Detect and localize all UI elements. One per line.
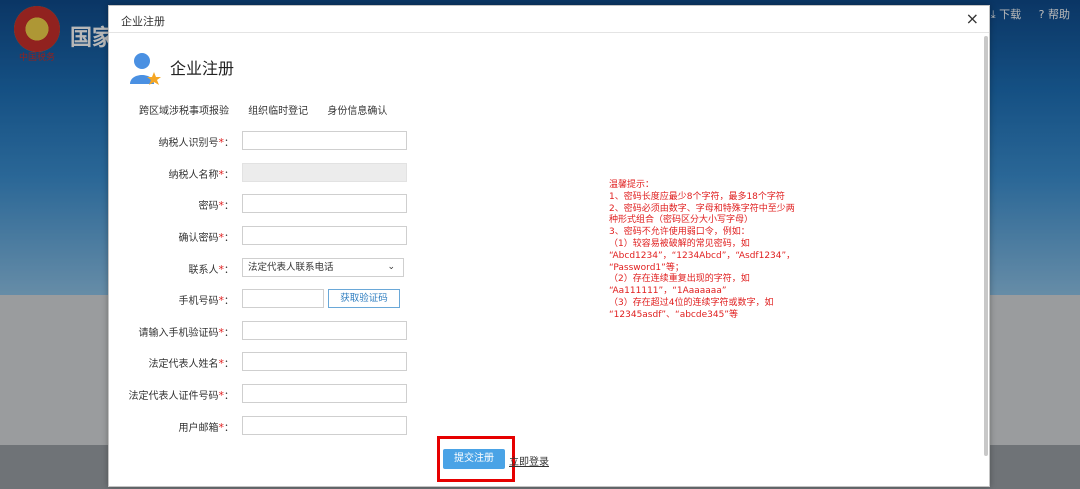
label-colon: ： [224,138,234,149]
taxpayer-name-row: 纳税人名称*： [109,163,409,182]
phone-row: 手机号码*： 获取验证码 [109,289,409,308]
label-colon: ： [224,265,234,276]
scrollbar[interactable] [984,36,988,456]
tip-line: “12345asdf”、“abcde345”等 [609,309,738,320]
label-colon: ： [224,201,234,212]
contact-label: 联系人 [188,265,219,276]
tab-identity-confirm[interactable]: 身份信息确认 [327,106,387,117]
taxpayer-id-label: 纳税人识别号 [158,138,219,149]
login-now-link[interactable]: 立即登录 [509,453,549,468]
password-tips: 温馨提示： 1、密码长度应最少8个字符，最多18个字符 2、密码必须由数字、字母… [609,180,819,322]
tip-line: （3）存在超过4位的连续字符或数字，如 [609,297,774,308]
tip-line: 种形式组合（密码区分大小写字母） [609,215,754,226]
sms-code-row: 请输入手机验证码*： [109,321,409,340]
tip-line: （1）较容易被破解的常见密码，如 [609,238,750,249]
legal-rep-id-row: 法定代表人证件号码*： [109,384,409,403]
chevron-down-icon: ⌄ [387,262,395,272]
password-label: 密码 [198,201,219,212]
registration-tabs: 跨区域涉税事项报验 组织临时登记 身份信息确认 [139,102,403,117]
contact-select[interactable]: 法定代表人联系电话 ⌄ [242,258,404,277]
taxpayer-id-row: 纳税人识别号*： [109,131,409,150]
tip-line: （2）存在连续重复出现的字符，如 [609,274,750,285]
taxpayer-name-input [242,163,407,182]
sms-code-input[interactable] [242,321,407,340]
confirm-password-row: 确认密码*： [109,226,409,245]
email-input[interactable] [242,416,407,435]
phone-input[interactable] [242,289,324,308]
tip-line: “Abcd1234”，“1234Abcd”，“Asdf1234”， [609,250,796,261]
legal-rep-id-label: 法定代表人证件号码 [128,391,219,402]
tip-line: “Password1”等； [609,262,684,273]
label-colon: ： [224,170,234,181]
password-row: 密码*： [109,194,409,213]
label-colon: ： [224,233,234,244]
confirm-password-label: 确认密码 [178,233,219,244]
close-icon[interactable]: × [966,9,979,28]
tab-temp-registration[interactable]: 组织临时登记 [248,106,308,117]
legal-rep-name-row: 法定代表人姓名*： [109,352,409,371]
label-colon: ： [224,391,234,402]
register-modal: 企业注册 × 企业注册 跨区域涉税事项报验 组织临时登记 身份信息确认 纳税人识… [108,5,990,487]
tip-line: 1、密码长度应最少8个字符，最多18个字符 [609,191,785,202]
highlight-frame [437,436,515,482]
email-row: 用户邮箱*： [109,416,409,435]
sms-code-label: 请输入手机验证码 [138,328,219,339]
label-colon: ： [224,423,234,434]
email-label: 用户邮箱 [178,423,219,434]
tip-line: 3、密码不允许使用弱口令，例如： [609,227,750,238]
label-colon: ： [224,328,234,339]
phone-label: 手机号码 [178,296,219,307]
taxpayer-name-label: 纳税人名称 [168,170,219,181]
modal-titlebar [109,6,989,33]
legal-rep-name-label: 法定代表人姓名 [148,359,219,370]
tip-line: 2、密码必须由数字、字母和特殊字符中至少两 [609,203,795,214]
tip-line: “Aa111111”，“1Aaaaaaa” [609,286,727,297]
legal-rep-name-input[interactable] [242,352,407,371]
tab-cross-region[interactable]: 跨区域涉税事项报验 [139,106,229,117]
label-colon: ： [224,359,234,370]
taxpayer-id-input[interactable] [242,131,407,150]
contact-row: 联系人*： 法定代表人联系电话 ⌄ [109,258,409,277]
password-input[interactable] [242,194,407,213]
contact-select-value: 法定代表人联系电话 [248,262,334,273]
legal-rep-id-input[interactable] [242,384,407,403]
user-avatar-icon [130,53,161,85]
label-colon: ： [224,296,234,307]
tips-title: 温馨提示： [609,180,655,190]
confirm-password-input[interactable] [242,226,407,245]
get-sms-code-button[interactable]: 获取验证码 [328,289,400,308]
page-heading: 企业注册 [170,59,235,78]
modal-title: 企业注册 [121,15,165,28]
